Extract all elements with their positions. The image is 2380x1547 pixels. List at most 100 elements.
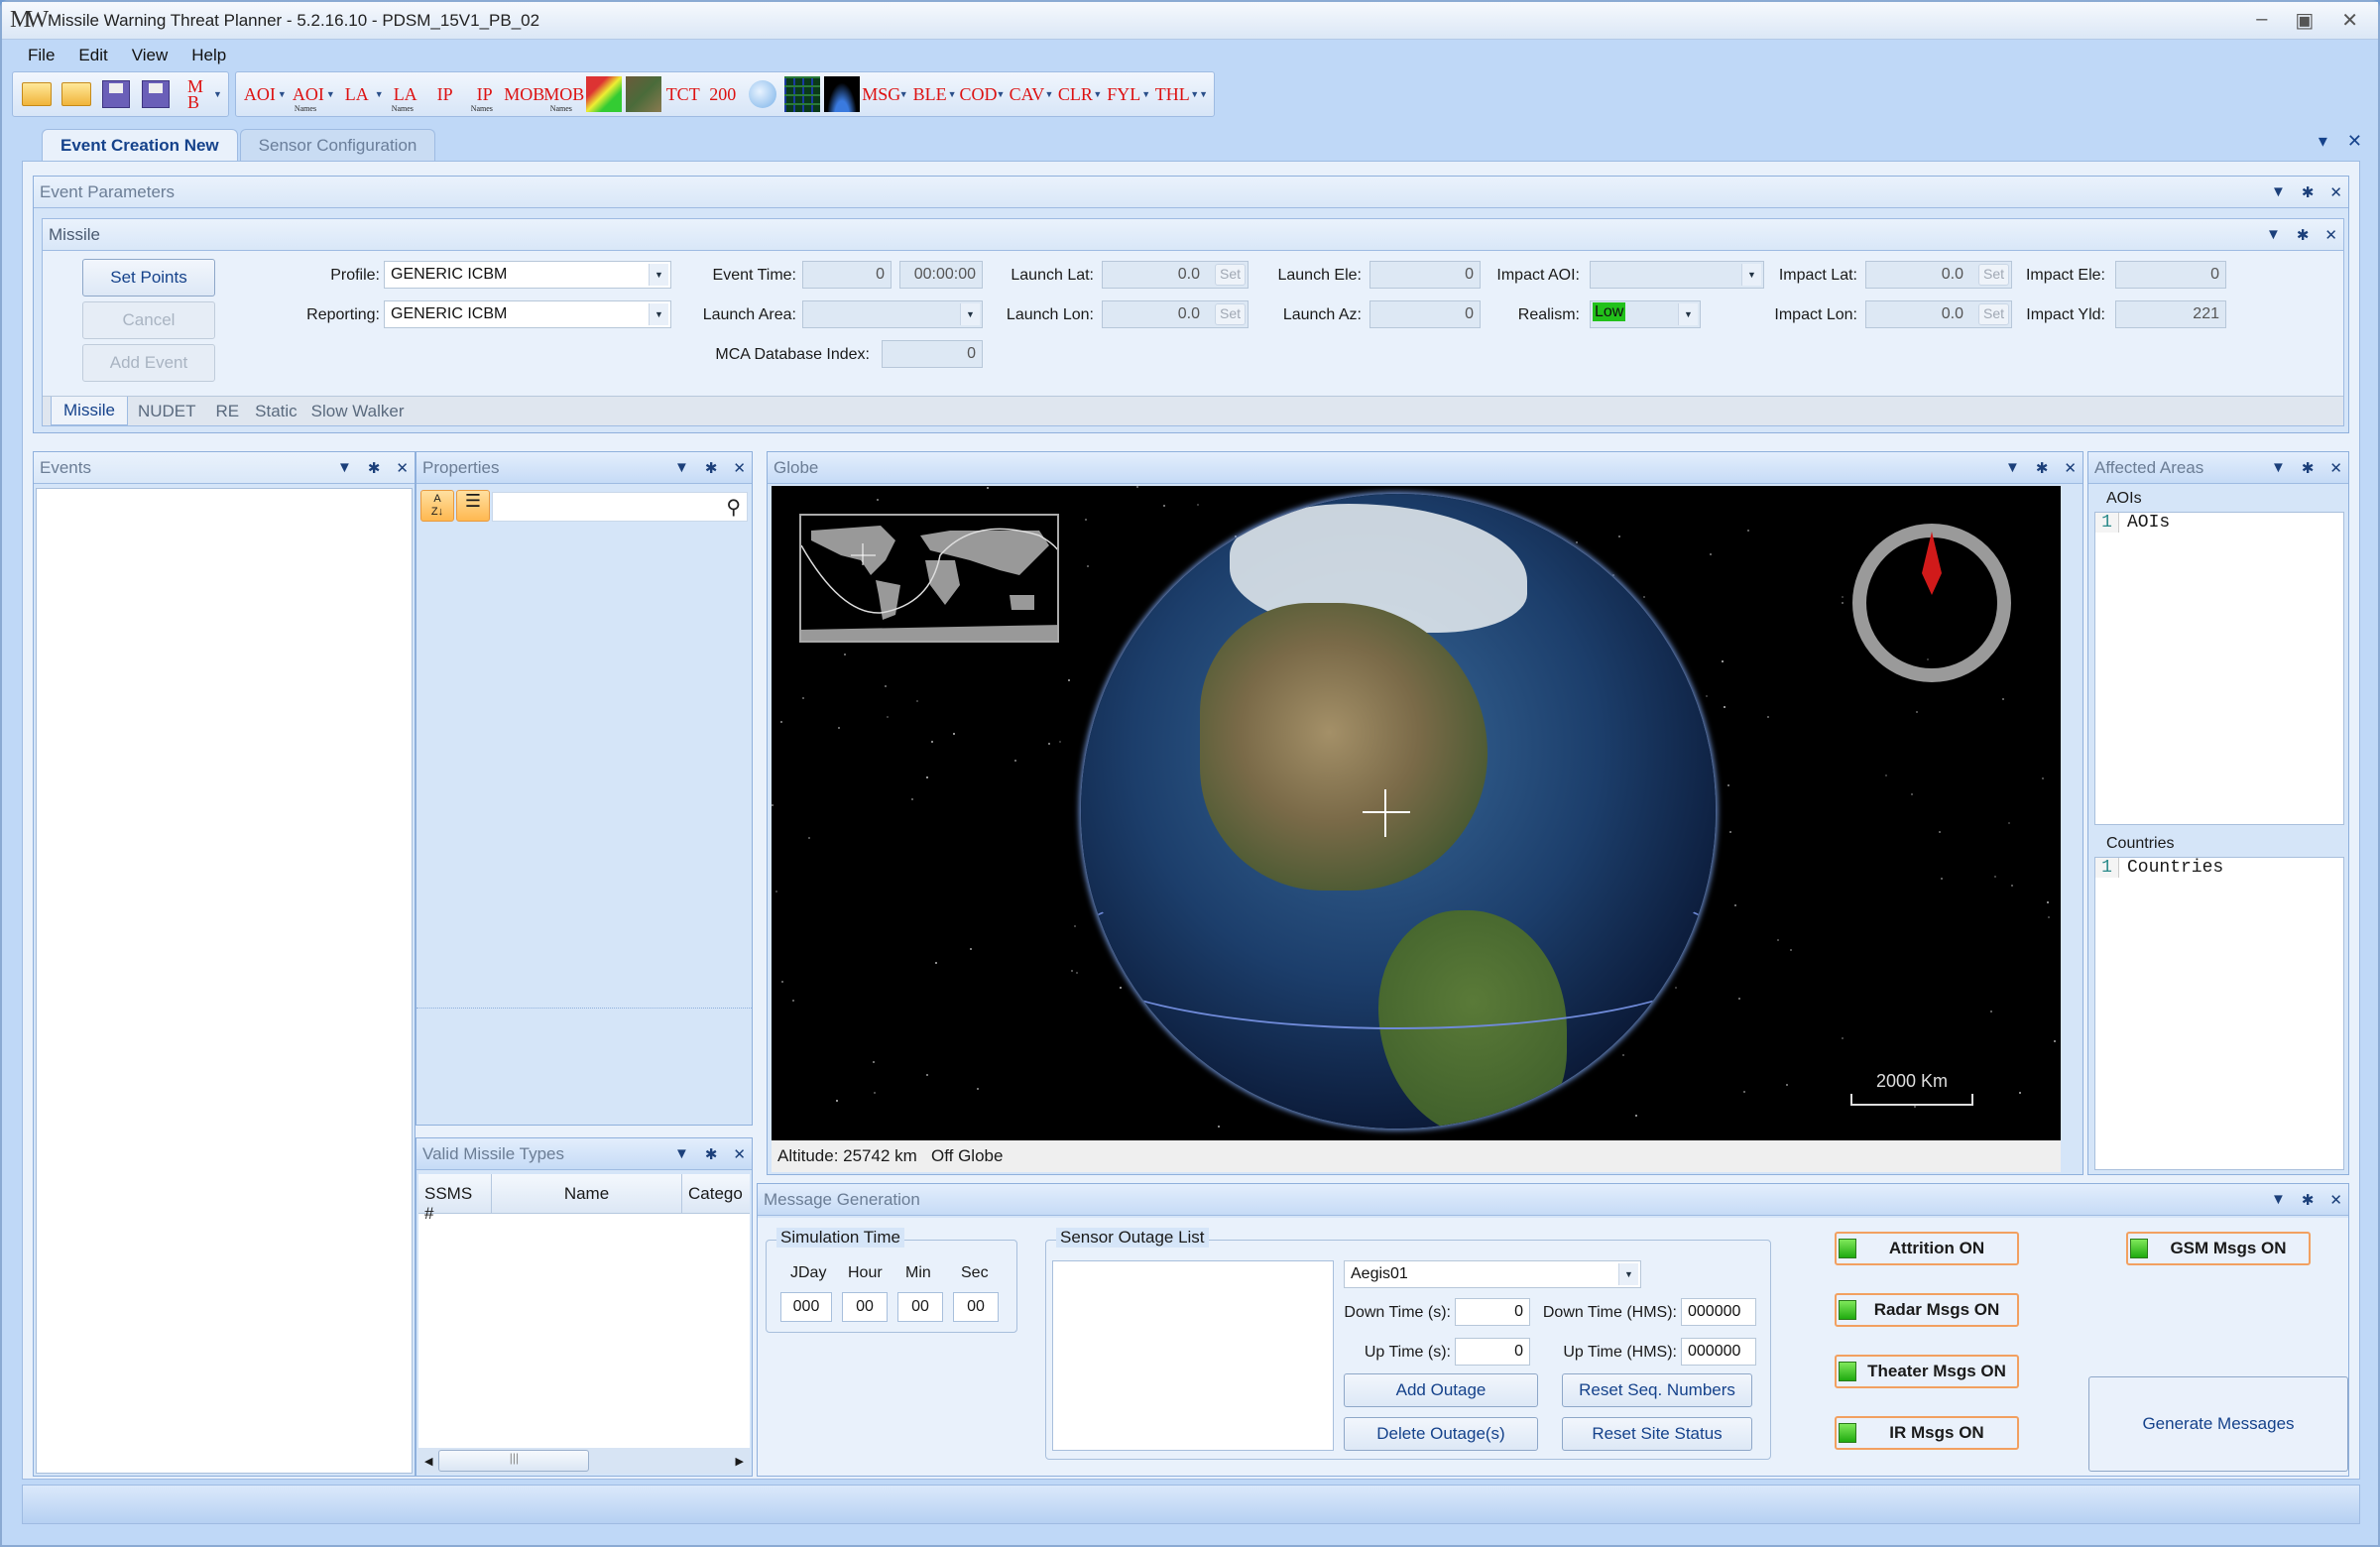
- tab-sensor-configuration[interactable]: Sensor Configuration: [239, 129, 436, 161]
- dropdown-icon[interactable]: ▼: [674, 459, 689, 477]
- up-time-hms-input[interactable]: 000000: [1681, 1338, 1756, 1366]
- column-name[interactable]: Name: [492, 1174, 682, 1213]
- add-outage-button[interactable]: Add Outage: [1344, 1373, 1538, 1407]
- scroll-left-icon[interactable]: ◀: [418, 1455, 438, 1468]
- event-time-field[interactable]: 0: [802, 261, 892, 289]
- reset-site-status-button[interactable]: Reset Site Status: [1562, 1417, 1752, 1451]
- maximize-button[interactable]: ▣: [2295, 8, 2314, 33]
- grid-overlay-icon[interactable]: [783, 76, 820, 112]
- pin-icon[interactable]: ✱: [368, 459, 381, 477]
- globe-view[interactable]: 2000 Km: [772, 486, 2061, 1140]
- min-input[interactable]: 00: [897, 1292, 943, 1322]
- close-tab-icon[interactable]: ✕: [2347, 131, 2362, 152]
- new-folder-icon[interactable]: [59, 76, 94, 112]
- mob-names-icon[interactable]: MOB Names: [543, 76, 584, 113]
- chevron-down-icon[interactable]: ▼: [278, 89, 287, 99]
- world-overview-map[interactable]: [799, 514, 1059, 643]
- clr-icon[interactable]: CLR: [1057, 76, 1093, 112]
- close-icon[interactable]: ✕: [2324, 226, 2337, 244]
- msg-icon[interactable]: MSG: [862, 76, 900, 112]
- tct-icon[interactable]: TCT: [665, 76, 701, 112]
- generate-messages-button[interactable]: Generate Messages: [2088, 1376, 2348, 1472]
- sensor-combo[interactable]: Aegis01 ▼: [1344, 1260, 1641, 1288]
- radar-msgs-toggle[interactable]: Radar Msgs ON: [1835, 1293, 2019, 1327]
- pin-icon[interactable]: ✱: [2302, 459, 2315, 477]
- la-names-icon[interactable]: LA Names: [388, 76, 423, 113]
- subtab-missile[interactable]: Missile: [51, 397, 128, 425]
- add-mob-icon[interactable]: MB: [178, 76, 213, 112]
- properties-search-input[interactable]: ⚲: [492, 492, 748, 522]
- close-icon[interactable]: ✕: [2329, 1191, 2342, 1209]
- save-icon[interactable]: [98, 76, 134, 112]
- dropdown-icon[interactable]: ▼: [2271, 1191, 2286, 1209]
- chevron-down-icon[interactable]: ▼: [326, 89, 335, 99]
- open-folder-icon[interactable]: [19, 76, 55, 112]
- search-icon[interactable]: ⚲: [726, 495, 741, 520]
- delete-outage-button[interactable]: Delete Outage(s): [1344, 1417, 1538, 1451]
- thl-icon[interactable]: THL: [1154, 76, 1190, 112]
- properties-splitter[interactable]: [416, 1008, 752, 1010]
- reset-seq-numbers-button[interactable]: Reset Seq. Numbers: [1562, 1373, 1752, 1407]
- fyl-icon[interactable]: FYL: [1106, 76, 1141, 112]
- chevron-down-icon[interactable]: ▼: [1190, 89, 1199, 99]
- column-ssms[interactable]: SSMS #: [418, 1174, 492, 1223]
- up-time-s-input[interactable]: 0: [1455, 1338, 1530, 1366]
- globe-view-icon[interactable]: [745, 76, 780, 112]
- cav-icon[interactable]: CAV: [1009, 76, 1045, 112]
- close-icon[interactable]: ✕: [2064, 459, 2077, 477]
- menu-help[interactable]: Help: [179, 42, 238, 69]
- realism-combo[interactable]: Low ▼: [1590, 300, 1701, 328]
- launch-area-combo[interactable]: ▼: [802, 300, 983, 328]
- close-window-button[interactable]: ✕: [2341, 8, 2358, 33]
- la-icon[interactable]: LA: [339, 76, 375, 112]
- dropdown-icon[interactable]: ▼: [337, 459, 352, 477]
- trajectory-view-icon[interactable]: [823, 76, 860, 112]
- compass-icon[interactable]: [1852, 524, 2011, 682]
- tab-event-creation-new[interactable]: Event Creation New: [42, 129, 238, 161]
- toolbar-overflow-icon[interactable]: ▼: [213, 89, 222, 99]
- event-time-hms-field[interactable]: 00:00:00: [899, 261, 983, 289]
- dropdown-icon[interactable]: ▼: [2266, 226, 2281, 244]
- chevron-down-icon[interactable]: ▼: [375, 89, 384, 99]
- pin-icon[interactable]: ✱: [705, 1145, 718, 1163]
- subtab-static[interactable]: Static: [249, 398, 303, 425]
- down-time-s-input[interactable]: 0: [1455, 1298, 1530, 1326]
- subtab-slow-walker[interactable]: Slow Walker: [303, 398, 413, 425]
- pin-icon[interactable]: ✱: [2302, 183, 2315, 201]
- horizontal-scrollbar[interactable]: ◀ ||| ▶: [418, 1448, 750, 1474]
- outage-list[interactable]: [1052, 1260, 1334, 1451]
- pin-icon[interactable]: ✱: [2302, 1191, 2315, 1209]
- column-category[interactable]: Catego: [682, 1174, 750, 1213]
- subtab-re[interactable]: RE: [206, 398, 250, 425]
- impact-lat-set-button[interactable]: Set: [1977, 264, 2009, 286]
- gsm-msgs-toggle[interactable]: GSM Msgs ON: [2126, 1232, 2311, 1265]
- set-points-button[interactable]: Set Points: [82, 259, 215, 297]
- cod-icon[interactable]: COD: [960, 76, 998, 112]
- ip-names-icon[interactable]: IP Names: [467, 76, 503, 113]
- chevron-down-icon[interactable]: ▼: [997, 89, 1006, 99]
- aoi-icon[interactable]: AOI: [242, 76, 278, 112]
- hour-input[interactable]: 00: [842, 1292, 888, 1322]
- menu-file[interactable]: File: [16, 42, 66, 69]
- down-time-hms-input[interactable]: 000000: [1681, 1298, 1756, 1326]
- minimize-button[interactable]: –: [2256, 8, 2267, 33]
- aois-text-area[interactable]: 1 AOIs: [2094, 512, 2344, 825]
- mob-icon[interactable]: MOB: [504, 76, 544, 112]
- earth-globe[interactable]: [1081, 494, 1716, 1129]
- pin-icon[interactable]: ✱: [2297, 226, 2310, 244]
- chevron-down-icon[interactable]: ▼: [1678, 303, 1698, 325]
- dropdown-icon[interactable]: ▼: [2271, 183, 2286, 201]
- theater-msgs-toggle[interactable]: Theater Msgs ON: [1835, 1355, 2019, 1388]
- launch-lon-field[interactable]: 0.0 Set: [1102, 300, 1249, 328]
- close-icon[interactable]: ✕: [733, 1145, 746, 1163]
- ip-icon[interactable]: IP: [427, 76, 463, 112]
- close-icon[interactable]: ✕: [2329, 183, 2342, 201]
- impact-lat-field[interactable]: 0.0 Set: [1865, 261, 2012, 289]
- impact-yld-field[interactable]: 221: [2115, 300, 2226, 328]
- dropdown-icon[interactable]: ▼: [2271, 459, 2286, 477]
- toolbar-overflow-icon[interactable]: ▼: [1199, 89, 1208, 99]
- menu-edit[interactable]: Edit: [66, 42, 119, 69]
- menu-view[interactable]: View: [120, 42, 180, 69]
- subtab-nudet[interactable]: NUDET: [128, 398, 206, 425]
- terrain-overlay-icon[interactable]: [625, 76, 661, 112]
